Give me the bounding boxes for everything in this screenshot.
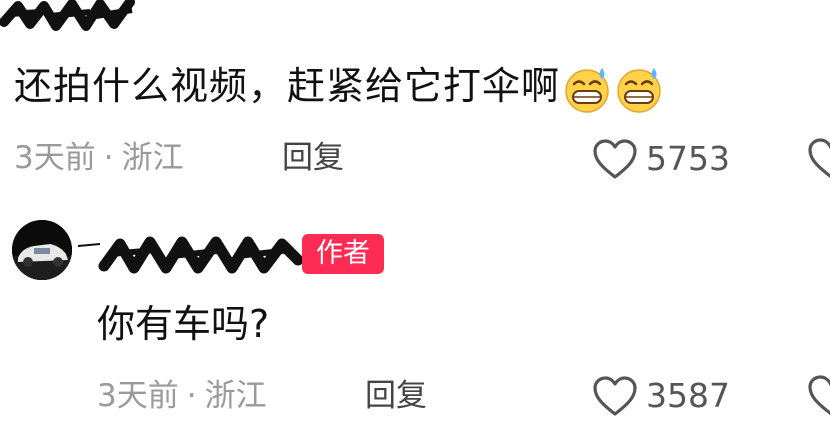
grin-sweat-emoji-icon: [614, 64, 664, 114]
comment-2-like-button[interactable]: 3587: [592, 374, 730, 417]
comment-2-username-redacted[interactable]: [76, 226, 306, 282]
comment-1-reply-button[interactable]: 回复: [282, 138, 344, 178]
comment-1-body: 还拍什么视频，赶紧给它打伞啊: [14, 64, 561, 108]
comment-2-location: 浙江: [204, 378, 267, 414]
comment-2-meta: 3天前 · 浙江: [97, 376, 267, 416]
comment-1-like-count: 5753: [646, 138, 730, 178]
comment-1-location: 浙江: [121, 140, 184, 176]
comment-2-time: 3天前: [97, 378, 179, 414]
comment-1-meta: 3天前 · 浙江: [14, 138, 184, 178]
comment-2-like-count: 3587: [646, 375, 730, 415]
comment-2-reply-button[interactable]: 回复: [365, 376, 427, 416]
heart-icon: [593, 138, 637, 179]
comment-2-text: 你有车吗?: [97, 302, 270, 346]
reply-label: 回复: [365, 378, 427, 414]
reply-label: 回复: [282, 140, 344, 176]
comment-1-like-button[interactable]: 5753: [592, 137, 730, 180]
dislike-icon[interactable]: [808, 136, 830, 180]
grin-sweat-emoji-icon: [562, 64, 612, 114]
comment-1-username-redacted[interactable]: [0, 0, 150, 36]
dislike-icon[interactable]: [808, 373, 830, 417]
author-badge: 作者: [302, 234, 384, 274]
comment-1-text: 还拍什么视频，赶紧给它打伞啊: [14, 58, 664, 114]
avatar[interactable]: [12, 220, 72, 280]
meta-separator: ·: [103, 140, 114, 176]
heart-icon: [593, 375, 637, 416]
comment-1-time: 3天前: [14, 140, 96, 176]
meta-separator: ·: [186, 378, 197, 414]
